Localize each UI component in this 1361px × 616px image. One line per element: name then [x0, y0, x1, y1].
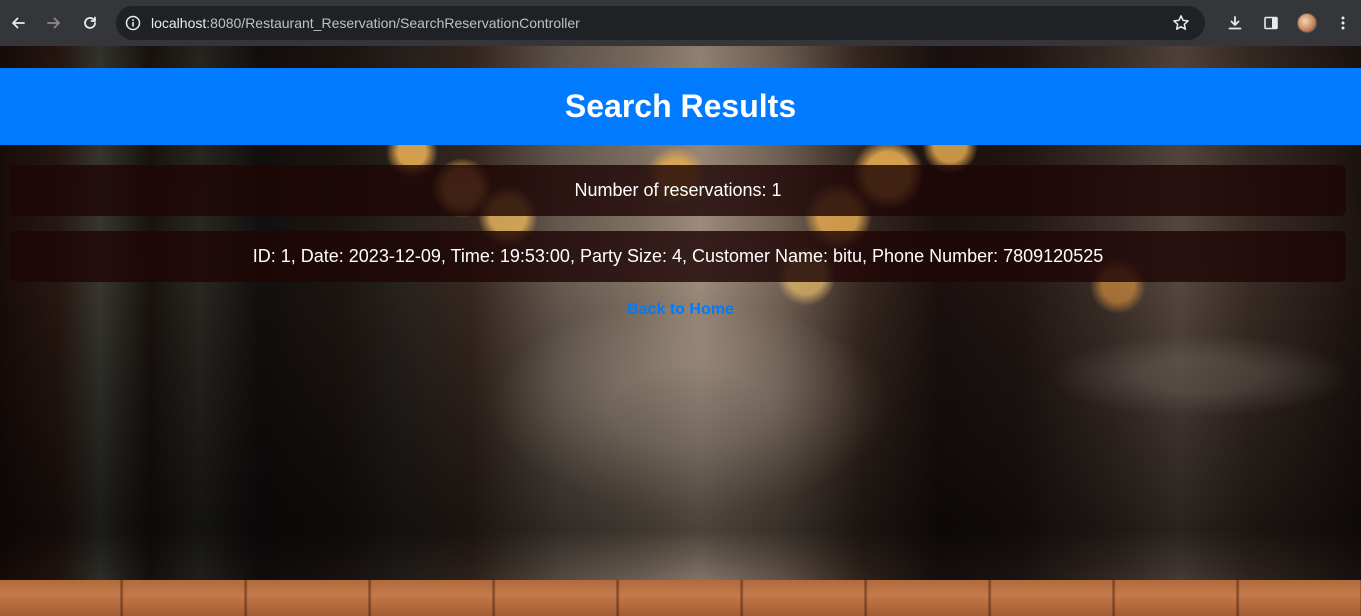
back-to-home-link[interactable]: Back to Home	[627, 301, 734, 318]
page-header: Search Results	[0, 68, 1361, 145]
forward-arrow-icon[interactable]	[36, 0, 72, 46]
more-menu-icon[interactable]	[1325, 0, 1361, 46]
reservation-result-text: ID: 1, Date: 2023-12-09, Time: 19:53:00,…	[253, 246, 1103, 267]
reservation-count-panel: Number of reservations: 1	[10, 165, 1346, 216]
url-path: :8080/Restaurant_Reservation/SearchReser…	[206, 15, 580, 31]
reservation-count-text: Number of reservations: 1	[574, 180, 781, 201]
site-info-icon[interactable]	[116, 6, 150, 40]
wooden-table-edge	[0, 580, 1361, 616]
url-host: localhost	[151, 15, 206, 31]
bookmark-star-icon[interactable]	[1171, 13, 1191, 33]
page-title: Search Results	[565, 88, 796, 125]
side-panel-icon[interactable]	[1253, 0, 1289, 46]
back-arrow-icon[interactable]	[0, 0, 36, 46]
profile-avatar[interactable]	[1289, 0, 1325, 46]
avatar	[1297, 13, 1317, 33]
page-viewport: Search Results Number of reservations: 1…	[0, 46, 1361, 616]
back-link-container: Back to Home	[0, 301, 1361, 319]
reload-icon[interactable]	[72, 0, 108, 46]
url-text: localhost:8080/Restaurant_Reservation/Se…	[151, 15, 580, 31]
reservation-result-row: ID: 1, Date: 2023-12-09, Time: 19:53:00,…	[10, 231, 1346, 282]
download-icon[interactable]	[1217, 0, 1253, 46]
address-bar[interactable]: localhost:8080/Restaurant_Reservation/Se…	[116, 6, 1205, 40]
browser-toolbar: localhost:8080/Restaurant_Reservation/Se…	[0, 0, 1361, 46]
